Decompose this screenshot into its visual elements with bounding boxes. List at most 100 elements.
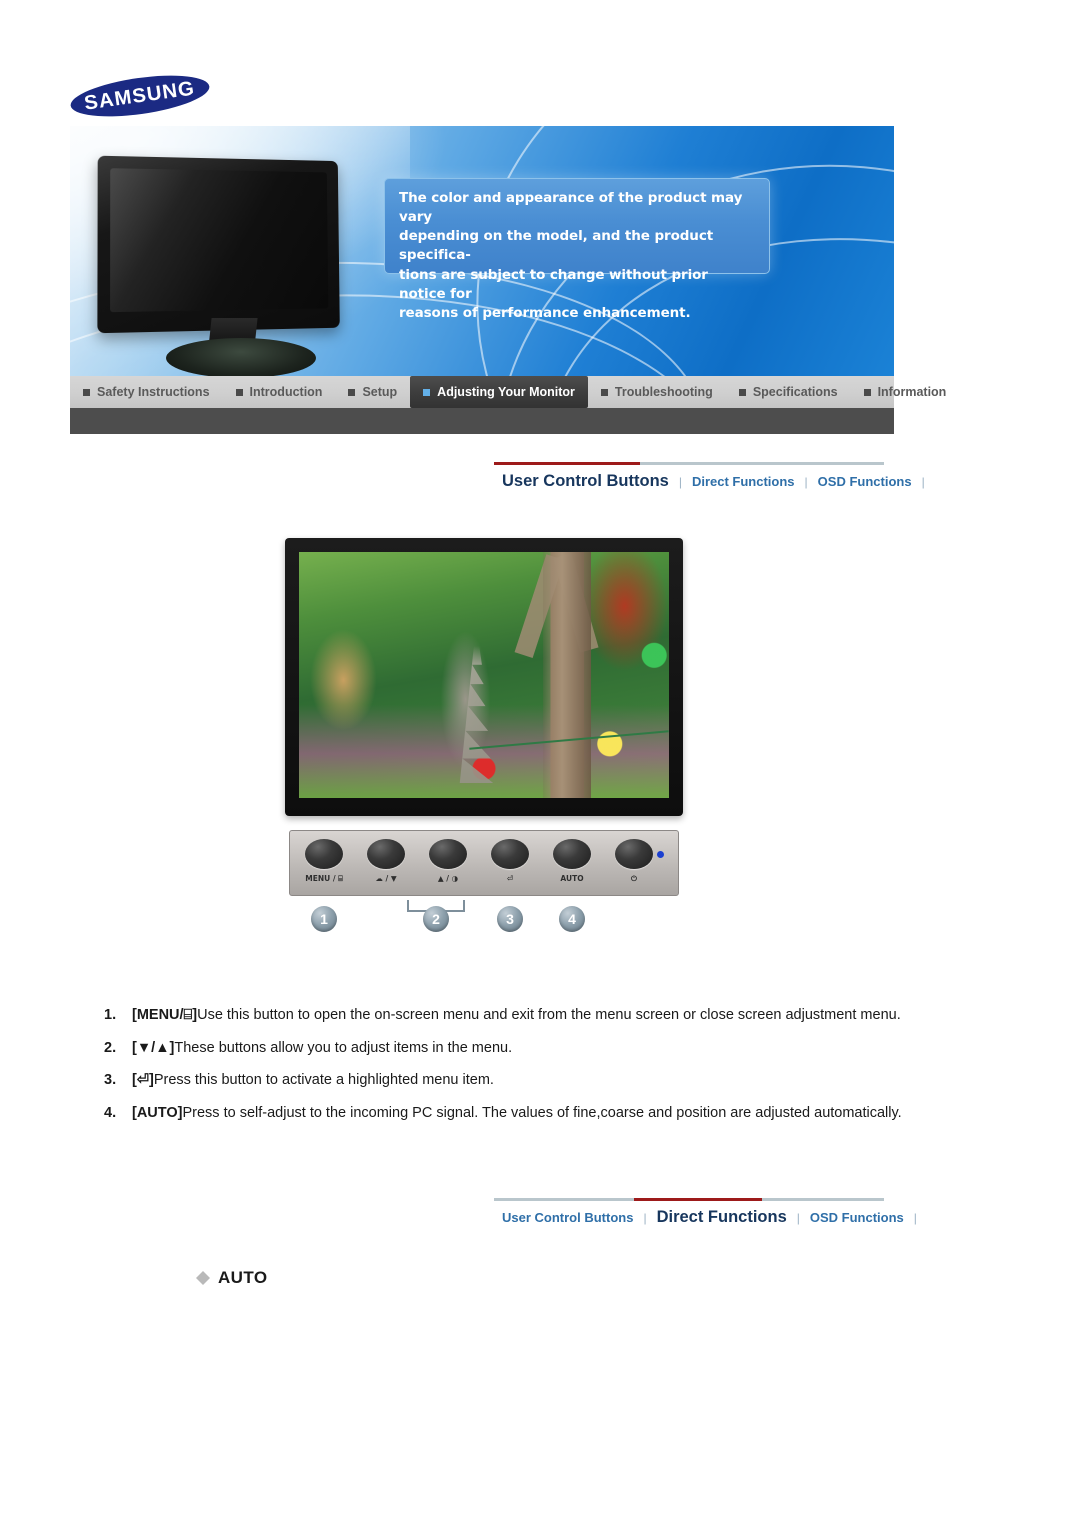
list-item-body: Press this button to activate a highligh… bbox=[154, 1072, 494, 1088]
nav-item-information[interactable]: Information bbox=[851, 376, 960, 408]
subnav-item-osd-functions[interactable]: OSD Functions bbox=[802, 1206, 912, 1229]
monitor-bezel bbox=[97, 156, 339, 334]
list-item-body: Use this button to open the on-screen me… bbox=[197, 1007, 901, 1023]
figure-monitor bbox=[285, 538, 683, 816]
subnav-separator: | bbox=[641, 1211, 648, 1225]
square-bullet-icon bbox=[83, 389, 90, 396]
subnav-item-osd-functions[interactable]: OSD Functions bbox=[810, 470, 920, 493]
key-name: [MENU/⌸] bbox=[132, 1007, 197, 1023]
nav-item-troubleshooting[interactable]: Troubleshooting bbox=[588, 376, 726, 408]
hero-banner: The color and appearance of the product … bbox=[70, 126, 894, 376]
monitor-base bbox=[166, 338, 316, 376]
control-panel[interactable]: MENU / ⌸ ☁ / ▼ ▲ / ◑ ⏎ AUTO ⏻ bbox=[289, 830, 679, 896]
nav-label: Adjusting Your Monitor bbox=[437, 385, 575, 399]
list-item-text: [AUTO]Press to self-adjust to the incomi… bbox=[132, 1104, 904, 1124]
button-label: ⏻ bbox=[631, 874, 637, 884]
nav-label: Troubleshooting bbox=[615, 385, 713, 399]
nav-label: Safety Instructions bbox=[97, 385, 210, 399]
nav-item-specifications[interactable]: Specifications bbox=[726, 376, 851, 408]
list-item-body: Press to self-adjust to the incoming PC … bbox=[182, 1105, 901, 1121]
callout-3: 3 bbox=[497, 906, 523, 932]
control-buttons-figure: MENU / ⌸ ☁ / ▼ ▲ / ◑ ⏎ AUTO ⏻ 1 2 3 4 bbox=[285, 538, 683, 938]
button-knob-icon bbox=[305, 839, 343, 869]
manual-page: SAMSUNG The color and appearance of the … bbox=[0, 0, 1080, 1528]
nav-item-safety-instructions[interactable]: Safety Instructions bbox=[70, 376, 223, 408]
subnav-separator: | bbox=[803, 475, 810, 489]
button-knob-icon bbox=[491, 839, 529, 869]
list-item-text: [MENU/⌸]Use this button to open the on-s… bbox=[132, 1006, 904, 1026]
subnav-active-rule bbox=[634, 1198, 762, 1201]
square-bullet-icon bbox=[864, 389, 871, 396]
button-label: ▲ / ◑ bbox=[438, 874, 458, 883]
list-item-body: These buttons allow you to adjust items … bbox=[174, 1040, 512, 1056]
square-bullet-icon bbox=[739, 389, 746, 396]
square-bullet-icon bbox=[236, 389, 243, 396]
button-knob-icon bbox=[615, 839, 653, 869]
list-item: 3. [⏎]Press this button to activate a hi… bbox=[104, 1071, 904, 1091]
nav-item-adjusting-your-monitor[interactable]: Adjusting Your Monitor bbox=[410, 376, 588, 408]
subnav-top[interactable]: User Control Buttons | Direct Functions … bbox=[494, 462, 884, 508]
nav-label: Specifications bbox=[753, 385, 838, 399]
list-item: 4. [AUTO]Press to self-adjust to the inc… bbox=[104, 1104, 904, 1124]
subnav-item-direct-functions[interactable]: Direct Functions bbox=[649, 1204, 795, 1231]
list-item: 1. [MENU/⌸]Use this button to open the o… bbox=[104, 1006, 904, 1026]
main-navigation[interactable]: Safety Instructions Introduction Setup A… bbox=[70, 376, 894, 408]
stone-pagoda bbox=[454, 646, 498, 784]
subnav-item-direct-functions[interactable]: Direct Functions bbox=[684, 470, 803, 493]
subnav-items: User Control Buttons | Direct Functions … bbox=[494, 468, 927, 495]
logo-text: SAMSUNG bbox=[83, 77, 197, 115]
button-label: AUTO bbox=[560, 874, 583, 883]
key-name: [⏎] bbox=[132, 1072, 154, 1088]
tree-trunk bbox=[543, 552, 591, 798]
nav-label: Setup bbox=[362, 385, 397, 399]
subnav-active-rule bbox=[494, 462, 640, 465]
navigation-underbar bbox=[70, 408, 894, 434]
key-name: [AUTO] bbox=[132, 1105, 182, 1121]
monitor-screen bbox=[110, 168, 328, 312]
button-label: ⏎ bbox=[507, 874, 513, 883]
button-enter[interactable]: ⏎ bbox=[488, 839, 532, 883]
list-item-number: 4. bbox=[104, 1104, 132, 1124]
square-bullet-icon bbox=[423, 389, 430, 396]
nav-item-introduction[interactable]: Introduction bbox=[223, 376, 336, 408]
product-notice-text: The color and appearance of the product … bbox=[399, 189, 755, 323]
nav-item-setup[interactable]: Setup bbox=[335, 376, 410, 408]
banner-monitor-image bbox=[92, 152, 352, 376]
callout-1: 1 bbox=[311, 906, 337, 932]
logo-ellipse: SAMSUNG bbox=[68, 68, 212, 123]
button-menu[interactable]: MENU / ⌸ bbox=[302, 839, 346, 884]
button-knob-icon bbox=[367, 839, 405, 869]
button-up[interactable]: ▲ / ◑ bbox=[426, 839, 470, 883]
button-knob-icon bbox=[429, 839, 467, 869]
button-label: MENU / ⌸ bbox=[305, 874, 342, 884]
key-name: [▼/▲] bbox=[132, 1040, 174, 1056]
subnav-item-user-control-buttons[interactable]: User Control Buttons bbox=[494, 1206, 641, 1229]
subnav-item-user-control-buttons[interactable]: User Control Buttons bbox=[494, 468, 677, 495]
square-bullet-icon bbox=[348, 389, 355, 396]
subnav-separator: | bbox=[912, 1211, 919, 1225]
control-panel-buttons: MENU / ⌸ ☁ / ▼ ▲ / ◑ ⏎ AUTO ⏻ bbox=[302, 839, 656, 884]
button-down[interactable]: ☁ / ▼ bbox=[364, 839, 408, 883]
product-notice-box: The color and appearance of the product … bbox=[384, 178, 770, 274]
subnav-bottom[interactable]: User Control Buttons | Direct Functions … bbox=[494, 1198, 884, 1244]
callout-4: 4 bbox=[559, 906, 585, 932]
list-item-number: 2. bbox=[104, 1039, 132, 1059]
figure-screen-photo bbox=[299, 552, 669, 798]
nav-label: Information bbox=[878, 385, 947, 399]
section-heading-auto: AUTO bbox=[196, 1268, 267, 1288]
list-item-number: 1. bbox=[104, 1006, 132, 1026]
power-led-indicator bbox=[657, 851, 664, 858]
instructions-list: 1. [MENU/⌸]Use this button to open the o… bbox=[104, 1006, 904, 1136]
subnav-separator: | bbox=[920, 475, 927, 489]
list-item-text: [▼/▲]These buttons allow you to adjust i… bbox=[132, 1039, 904, 1059]
list-item: 2. [▼/▲]These buttons allow you to adjus… bbox=[104, 1039, 904, 1059]
subnav-separator: | bbox=[677, 475, 684, 489]
button-label: ☁ / ▼ bbox=[375, 874, 396, 883]
section-heading-label: AUTO bbox=[218, 1268, 267, 1288]
subnav-separator: | bbox=[795, 1211, 802, 1225]
button-auto[interactable]: AUTO bbox=[550, 839, 594, 883]
figure-callouts: 1 2 3 4 bbox=[289, 900, 679, 938]
button-power[interactable]: ⏻ bbox=[612, 839, 656, 884]
button-knob-icon bbox=[553, 839, 591, 869]
list-item-number: 3. bbox=[104, 1071, 132, 1091]
